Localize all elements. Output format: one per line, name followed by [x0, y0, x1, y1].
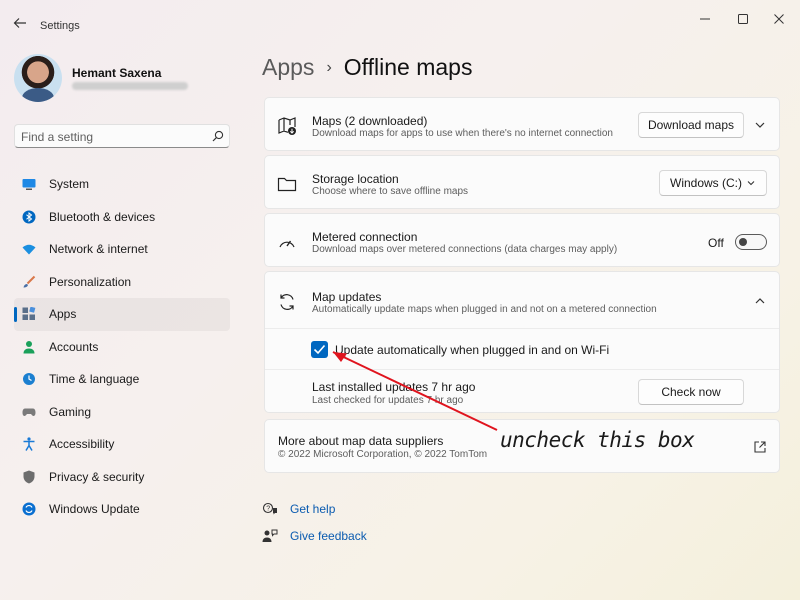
- breadcrumb-separator: ›: [326, 59, 332, 76]
- check-now-button[interactable]: Check now: [638, 379, 744, 405]
- folder-icon: [277, 177, 297, 192]
- metered-toggle-state: Off: [708, 236, 724, 250]
- user-email-blurred: [72, 82, 188, 90]
- chevron-down-icon: [747, 181, 755, 186]
- sidebar-item-system[interactable]: System: [14, 168, 230, 201]
- suppliers-title: More about map data suppliers: [278, 434, 444, 448]
- search-box[interactable]: [14, 124, 230, 148]
- sidebar-item-windows-update[interactable]: Windows Update: [14, 493, 230, 526]
- maximize-icon: [738, 14, 748, 24]
- sidebar-item-accounts[interactable]: Accounts: [14, 331, 230, 364]
- wifi-icon: [22, 244, 36, 255]
- suppliers-copyright: © 2022 Microsoft Corporation, © 2022 Tom…: [278, 449, 488, 460]
- download-maps-button[interactable]: Download maps: [638, 112, 744, 138]
- minimize-button[interactable]: [690, 10, 720, 30]
- apps-icon: [22, 307, 36, 320]
- metered-title: Metered connection: [312, 230, 418, 244]
- settings-window: Settings Hemant Saxena System Bluetooth …: [0, 0, 800, 600]
- sidebar-item-label: Privacy & security: [49, 469, 145, 484]
- search-icon[interactable]: [211, 129, 225, 143]
- maps-card: Maps (2 downloaded) Download maps for ap…: [264, 97, 780, 151]
- avatar[interactable]: [14, 54, 62, 102]
- metered-card: Metered connection Download maps over me…: [264, 213, 780, 267]
- get-help-label: Get help: [290, 502, 336, 516]
- sidebar-item-label: Time & language: [49, 372, 140, 386]
- sync-icon: [280, 294, 294, 310]
- map-updates-title: Map updates: [312, 290, 382, 304]
- title-bar: Settings: [0, 0, 800, 40]
- divider: [265, 369, 779, 370]
- maps-title: Maps (2 downloaded): [312, 114, 428, 128]
- feedback-icon: [262, 529, 278, 542]
- maximize-button[interactable]: [728, 10, 758, 30]
- close-button[interactable]: [764, 10, 794, 30]
- back-arrow-icon: [13, 18, 26, 28]
- storage-description: Choose where to save offline maps: [312, 186, 469, 197]
- sidebar-item-label: Network & internet: [49, 242, 148, 256]
- last-checked-text: Last checked for updates 7 hr ago: [312, 395, 464, 406]
- svg-text:?: ?: [266, 506, 270, 513]
- sidebar-item-time-language[interactable]: Time & language: [14, 363, 230, 396]
- page-title: Offline maps: [343, 54, 473, 80]
- sidebar-item-personalization[interactable]: Personalization: [14, 266, 230, 299]
- breadcrumb-parent[interactable]: Apps: [262, 54, 314, 80]
- gauge-icon: [279, 240, 295, 248]
- bluetooth-icon: [22, 210, 36, 223]
- auto-update-label[interactable]: Update automatically when plugged in and…: [335, 343, 609, 357]
- sidebar-item-label: Gaming: [49, 404, 92, 419]
- storage-location-dropdown[interactable]: Windows (C:): [659, 170, 767, 196]
- sidebar-item-accessibility[interactable]: Accessibility: [14, 428, 230, 461]
- sidebar-item-label: Accessibility: [49, 437, 115, 451]
- chevron-up-icon[interactable]: [753, 294, 767, 308]
- accessibility-icon: [23, 437, 35, 451]
- auto-update-checkbox[interactable]: [311, 341, 328, 358]
- sidebar-item-label: Accounts: [49, 339, 99, 354]
- app-title: Settings: [40, 20, 80, 32]
- close-icon: [774, 14, 784, 24]
- map-updates-description: Automatically update maps when plugged i…: [312, 304, 657, 315]
- sidebar-item-label: Bluetooth & devices: [49, 209, 156, 224]
- checkmark-icon: [313, 344, 326, 355]
- sidebar-item-label: Windows Update: [49, 502, 140, 516]
- storage-dropdown-value: Windows (C:): [670, 176, 743, 190]
- sidebar-item-network[interactable]: Network & internet: [14, 233, 230, 266]
- map-updates-card: Map updates Automatically update maps wh…: [264, 271, 780, 413]
- storage-card: Storage location Choose where to save of…: [264, 155, 780, 209]
- storage-title: Storage location: [312, 172, 399, 186]
- brush-icon: [23, 275, 36, 287]
- breadcrumb: Apps › Offline maps: [262, 54, 472, 86]
- minimize-icon: [700, 18, 710, 20]
- sidebar-item-bluetooth[interactable]: Bluetooth & devices: [14, 201, 230, 234]
- sidebar-item-label: Apps: [49, 307, 77, 321]
- chevron-down-icon[interactable]: [753, 118, 767, 132]
- maps-description: Download maps for apps to use when there…: [312, 128, 613, 139]
- search-input[interactable]: [21, 128, 201, 146]
- annotation-text: uncheck this box: [500, 428, 695, 452]
- sidebar-item-apps[interactable]: Apps: [14, 298, 230, 331]
- sidebar-item-label: System: [49, 177, 90, 191]
- help-chat-icon: ?: [262, 502, 277, 515]
- open-external-icon[interactable]: [753, 440, 767, 454]
- map-download-icon: [278, 117, 296, 135]
- update-icon: [22, 502, 36, 516]
- person-icon: [23, 340, 35, 353]
- divider: [265, 328, 779, 329]
- sidebar-item-privacy-security[interactable]: Privacy & security: [14, 461, 230, 494]
- controller-icon: [22, 408, 36, 416]
- shield-icon: [23, 470, 35, 483]
- give-feedback-label: Give feedback: [290, 529, 367, 543]
- clock-globe-icon: [23, 373, 35, 385]
- metered-description: Download maps over metered connections (…: [312, 244, 618, 255]
- monitor-icon: [22, 179, 36, 190]
- user-name: Hemant Saxena: [72, 66, 162, 80]
- sidebar-nav: System Bluetooth & devices Network & int…: [14, 168, 230, 526]
- last-installed-text: Last installed updates 7 hr ago: [312, 380, 476, 394]
- metered-toggle[interactable]: [735, 234, 767, 250]
- back-button[interactable]: [10, 16, 30, 32]
- sidebar-item-gaming[interactable]: Gaming: [14, 396, 230, 429]
- sidebar-item-label: Personalization: [49, 274, 132, 289]
